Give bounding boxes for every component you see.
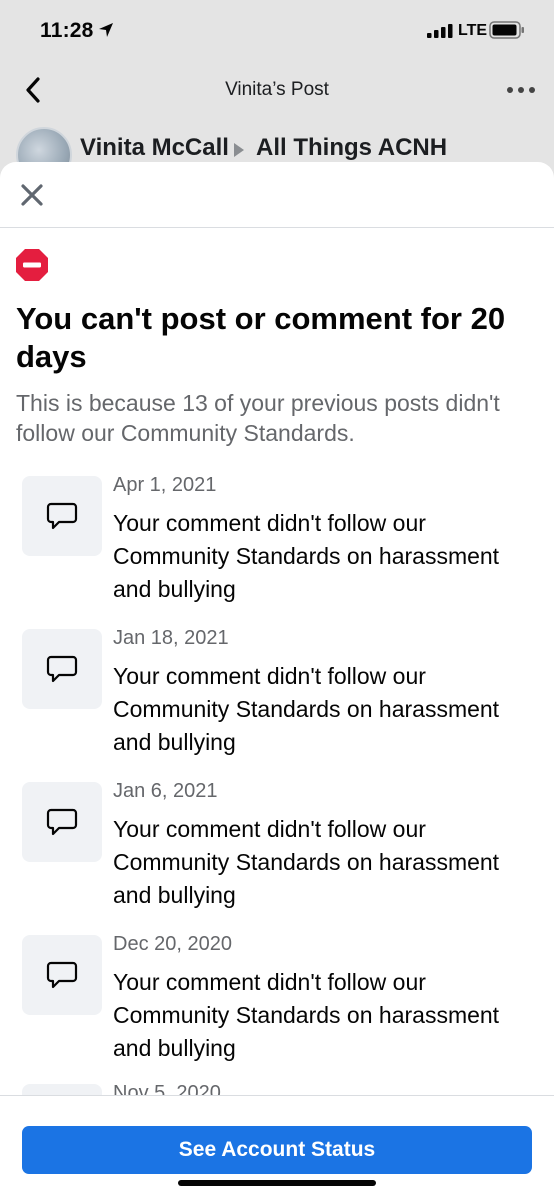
- sheet-header: [0, 162, 554, 228]
- comment-icon-box: [22, 935, 102, 1015]
- list-item[interactable]: Dec 20, 2020 Your comment didn't follow …: [0, 927, 554, 1080]
- list-item[interactable]: Apr 1, 2021 Your comment didn't follow o…: [0, 468, 554, 621]
- more-icon[interactable]: [505, 84, 537, 96]
- comment-icon-box: [22, 629, 102, 709]
- violation-date: Jan 6, 2021: [113, 780, 218, 802]
- list-item[interactable]: Jan 18, 2021 Your comment didn't follow …: [0, 621, 554, 774]
- restriction-sheet: You can't post or comment for 20 days Th…: [0, 162, 554, 1200]
- violation-text: Your comment didn't follow our Community…: [113, 663, 500, 755]
- status-bar: 11:28 LTE: [0, 0, 554, 60]
- list-item[interactable]: Jan 6, 2021 Your comment didn't follow o…: [0, 774, 554, 927]
- post-group[interactable]: All Things ACNH: [256, 134, 447, 162]
- restriction-subtext: This is because 13 of your previous post…: [16, 390, 500, 446]
- home-indicator[interactable]: [178, 1180, 376, 1186]
- page-title: Vinita’s Post: [225, 79, 329, 100]
- close-icon[interactable]: [20, 183, 44, 207]
- status-time: 11:28: [40, 19, 94, 42]
- violation-text: Your comment didn't follow our Community…: [113, 969, 500, 1061]
- comment-icon-box: [22, 476, 102, 556]
- comment-icon: [46, 808, 78, 836]
- post-author[interactable]: Vinita McCall: [80, 134, 229, 162]
- signal-icon: [427, 24, 453, 38]
- comment-icon-box: [22, 782, 102, 862]
- nav-bar: Vinita’s Post: [0, 60, 554, 120]
- violations-list: Apr 1, 2021 Your comment didn't follow o…: [0, 468, 554, 1080]
- restriction-headline: You can't post or comment for 20 days: [16, 301, 506, 374]
- violation-text: Your comment didn't follow our Community…: [113, 510, 500, 602]
- see-account-status-button[interactable]: See Account Status: [22, 1126, 532, 1174]
- violation-date: Apr 1, 2021: [113, 474, 217, 496]
- comment-icon: [46, 961, 78, 989]
- comment-icon: [46, 655, 78, 683]
- comment-icon: [46, 502, 78, 530]
- location-arrow-icon: [99, 23, 113, 37]
- network-label: LTE: [458, 22, 488, 39]
- battery-icon: [489, 21, 524, 39]
- violation-date: Dec 20, 2020: [113, 933, 232, 955]
- caret-right-icon: [234, 143, 244, 157]
- violation-text: Your comment didn't follow our Community…: [113, 816, 500, 908]
- violation-date: Jan 18, 2021: [113, 627, 229, 649]
- stop-icon: [16, 249, 48, 281]
